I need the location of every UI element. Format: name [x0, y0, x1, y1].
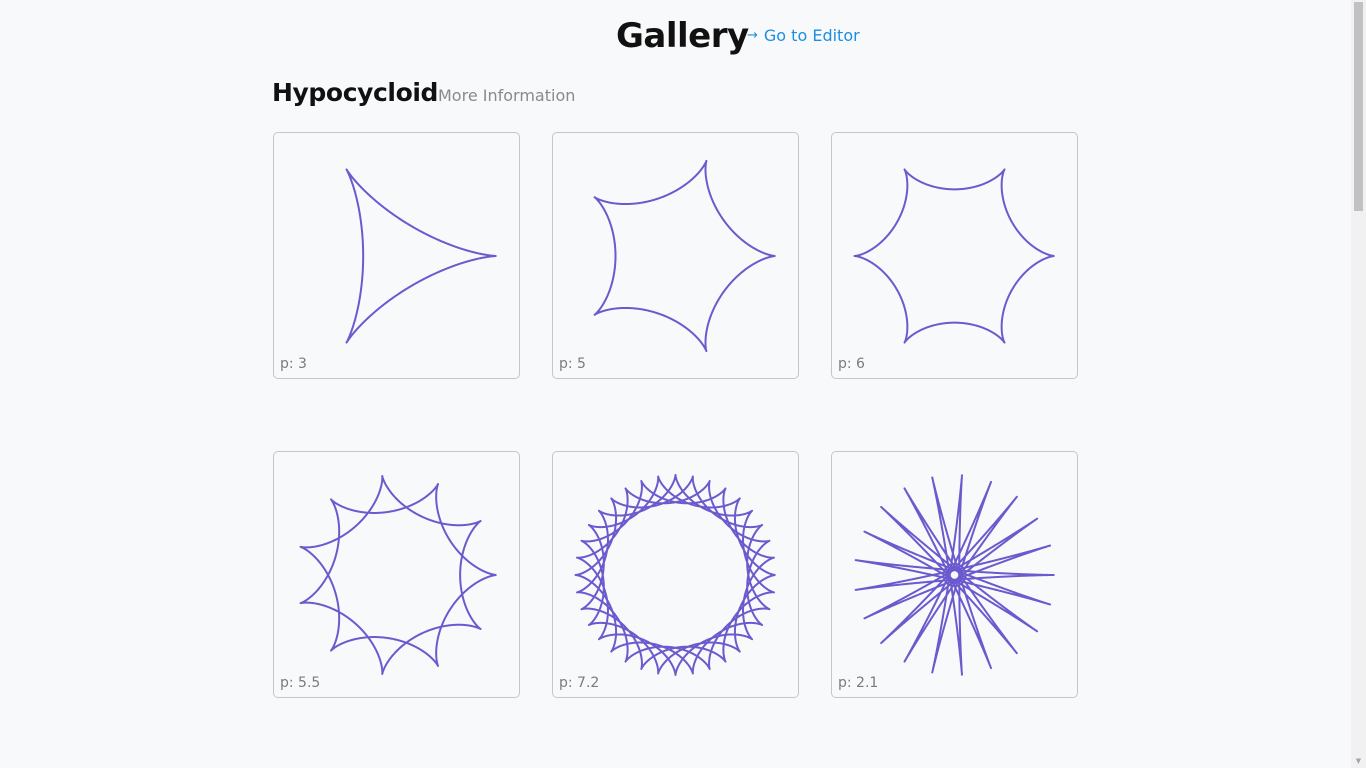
hypocycloid-path [854, 474, 1056, 676]
gallery-card[interactable]: p: 3 [273, 132, 520, 379]
hypocycloid-curve [574, 474, 777, 676]
more-information-link[interactable]: More Information [438, 86, 575, 106]
hypocycloid-path [345, 168, 498, 344]
card-label: p: 7.2 [559, 675, 600, 691]
hypocycloid-path [299, 475, 498, 675]
go-to-editor-link[interactable]: → Go to Editor [747, 25, 860, 49]
card-label: p: 6 [838, 356, 865, 372]
hypocycloid-curve [593, 159, 777, 353]
hypocycloid-curve [854, 474, 1056, 676]
vertical-scrollbar[interactable]: ▲ ▼ [1351, 0, 1366, 768]
scroll-down-arrow-icon[interactable]: ▼ [1351, 753, 1366, 768]
page-header: Gallery → Go to Editor [0, 0, 1351, 72]
card-label: p: 5 [559, 356, 586, 372]
card-label: p: 3 [280, 356, 307, 372]
gallery-card[interactable]: p: 2.1 [831, 451, 1078, 698]
arrow-right-icon: → [747, 28, 758, 43]
section-title: Hypocycloid [272, 78, 439, 107]
hypocycloid-path [593, 159, 777, 353]
card-label: p: 2.1 [838, 675, 879, 691]
gallery-card[interactable]: p: 6 [831, 132, 1078, 379]
page-title: Gallery [616, 16, 749, 56]
hypocycloid-curve [345, 168, 498, 344]
gallery-card[interactable]: p: 5 [552, 132, 799, 379]
gallery-card[interactable]: p: 5.5 [273, 451, 520, 698]
hypocycloid-curve [299, 475, 498, 675]
go-to-editor-label: Go to Editor [763, 26, 860, 45]
card-label: p: 5.5 [280, 675, 321, 691]
gallery-card[interactable]: p: 7.2 [552, 451, 799, 698]
scrollbar-thumb[interactable] [1354, 2, 1363, 211]
hypocycloid-path [853, 168, 1056, 344]
hypocycloid-path [574, 474, 777, 676]
hypocycloid-curve [853, 168, 1056, 344]
